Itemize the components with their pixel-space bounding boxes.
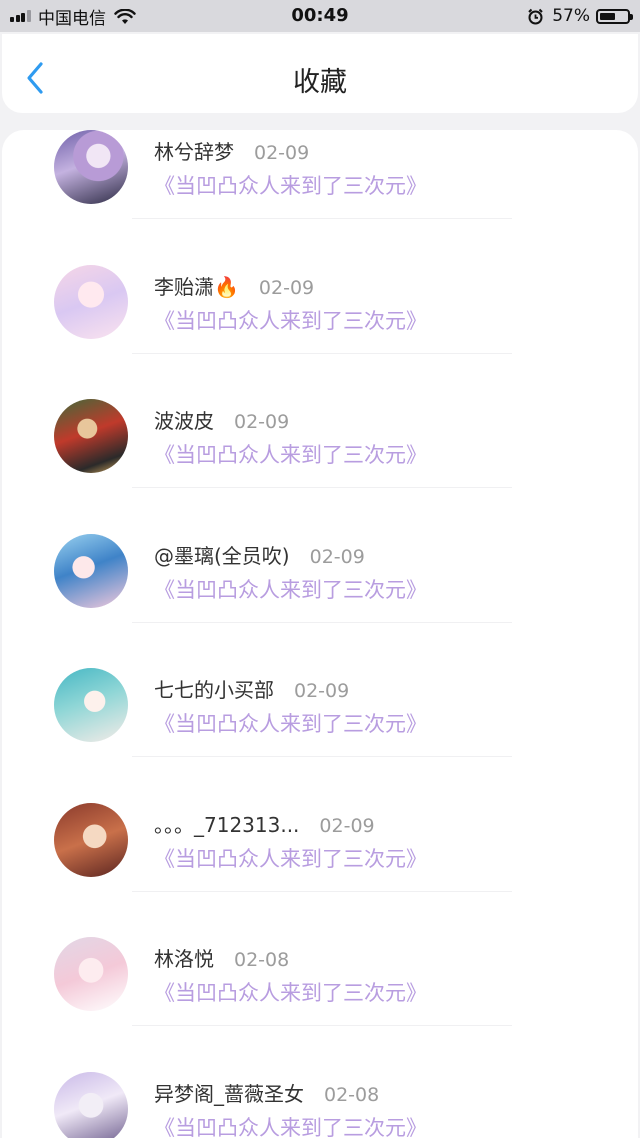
user-name[interactable]: 七七的小买部 <box>154 674 274 703</box>
avatar[interactable] <box>54 534 128 608</box>
item-date: 02-09 <box>294 680 350 702</box>
user-name[interactable]: 李贻潇🔥 <box>154 271 239 300</box>
nav-bar: 收藏 <box>2 34 638 113</box>
list-item[interactable]: 林兮辞梦 02-09 《当凹凸众人来到了三次元》 <box>2 130 638 219</box>
item-date: 02-09 <box>258 277 315 299</box>
item-date: 02-08 <box>324 1084 380 1106</box>
work-title-link[interactable]: 《当凹凸众人来到了三次元》 <box>154 843 427 873</box>
work-title-link[interactable]: 《当凹凸众人来到了三次元》 <box>154 439 427 469</box>
battery-icon <box>596 8 633 24</box>
item-header: 林兮辞梦 02-09 <box>154 136 309 165</box>
item-header: 异梦阁_蔷薇圣女 02-08 <box>154 1078 379 1107</box>
user-name[interactable]: 林洛悦 <box>154 943 214 972</box>
list-item[interactable]: 七七的小买部 02-09 《当凹凸众人来到了三次元》 <box>2 622 638 757</box>
favorites-list: 林兮辞梦 02-09 《当凹凸众人来到了三次元》 李贻潇🔥 02-09 《当凹凸众人来到了… <box>2 130 638 1138</box>
avatar[interactable] <box>54 130 128 204</box>
item-header: 。。。_712313... 02-09 <box>154 809 375 838</box>
page-title: 收藏 <box>293 67 347 98</box>
status-bar: 中国电信 00:49 57% <box>0 0 640 32</box>
avatar[interactable] <box>54 937 128 1011</box>
list-item[interactable]: 异梦阁_蔷薇圣女 02-08 《当凹凸众人来到了三次元》 <box>2 1026 638 1138</box>
list-item[interactable]: @墨璃(全员吹) 02-09 《当凹凸众人来到了三次元》 <box>2 488 638 623</box>
work-title-link[interactable]: 《当凹凸众人来到了三次元》 <box>154 977 427 1007</box>
user-name[interactable]: 林兮辞梦 <box>154 136 234 165</box>
item-header: 林洛悦 02-08 <box>154 943 289 972</box>
avatar[interactable] <box>54 803 128 877</box>
avatar[interactable] <box>54 265 128 339</box>
item-date: 02-08 <box>234 949 290 971</box>
item-date: 02-09 <box>254 142 310 164</box>
list-item[interactable]: 李贻潇🔥 02-09 《当凹凸众人来到了三次元》 <box>2 219 638 354</box>
work-title-link[interactable]: 《当凹凸众人来到了三次元》 <box>154 305 427 335</box>
alarm-icon <box>528 8 543 24</box>
work-title-link[interactable]: 《当凹凸众人来到了三次元》 <box>154 574 427 604</box>
item-date: 02-09 <box>234 411 290 433</box>
list-item[interactable]: 。。。_712313... 02-09 《当凹凸众人来到了三次元》 <box>2 757 638 892</box>
item-header: 七七的小买部 02-09 <box>154 674 349 703</box>
work-title-link[interactable]: 《当凹凸众人来到了三次元》 <box>154 708 427 738</box>
status-right: 57% <box>527 5 633 27</box>
avatar[interactable] <box>54 399 128 473</box>
work-title-link[interactable]: 《当凹凸众人来到了三次元》 <box>154 1112 427 1138</box>
user-name[interactable]: @墨璃(全员吹) <box>154 540 290 569</box>
work-title-link[interactable]: 《当凹凸众人来到了三次元》 <box>154 170 427 200</box>
item-header: 李贻潇🔥 02-09 <box>154 271 314 300</box>
list-item[interactable]: 波波皮 02-09 《当凹凸众人来到了三次元》 <box>2 353 638 488</box>
list-item[interactable]: 林洛悦 02-08 《当凹凸众人来到了三次元》 <box>2 891 638 1026</box>
user-name[interactable]: 异梦阁_蔷薇圣女 <box>154 1078 304 1107</box>
item-header: @墨璃(全员吹) 02-09 <box>154 540 365 569</box>
item-date: 02-09 <box>319 815 375 837</box>
battery-fill <box>600 12 615 20</box>
battery-percent: 57% <box>552 6 590 26</box>
avatar[interactable] <box>54 1072 128 1138</box>
item-header: 波波皮 02-09 <box>154 405 289 434</box>
user-name[interactable]: 。。。_712313... <box>154 809 299 838</box>
user-name[interactable]: 波波皮 <box>154 405 214 434</box>
item-date: 02-09 <box>309 546 365 568</box>
avatar[interactable] <box>54 668 128 742</box>
